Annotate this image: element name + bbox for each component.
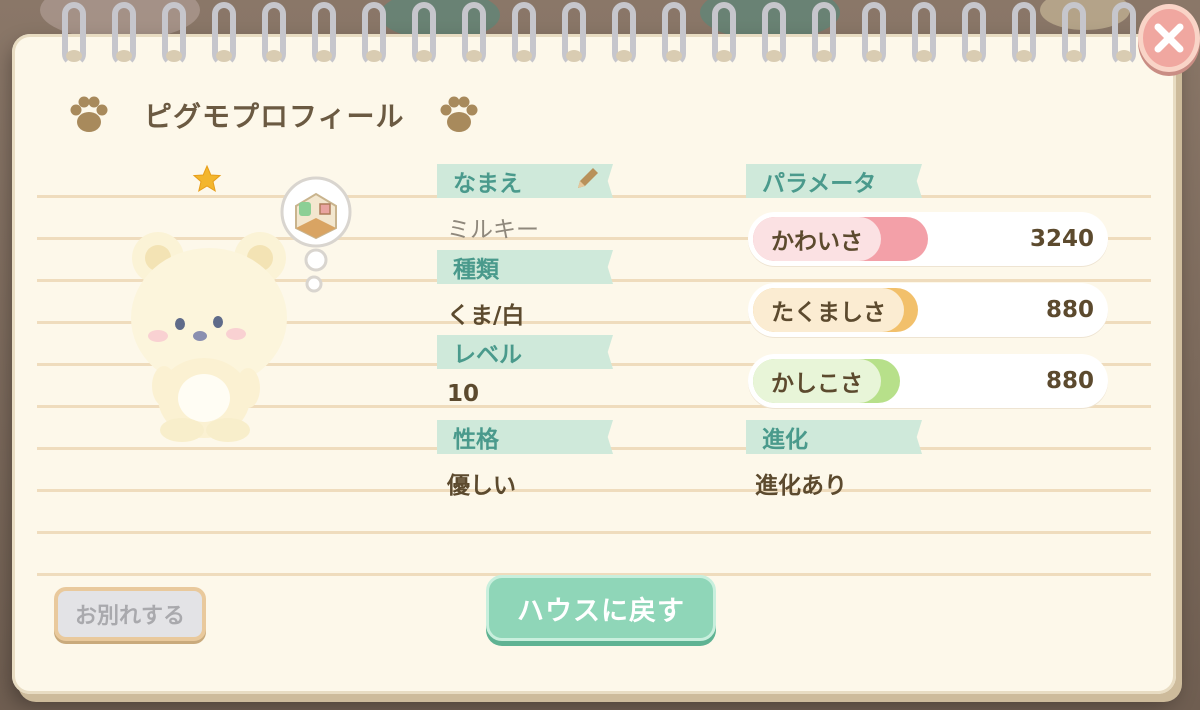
parameters-label: パラメータ bbox=[746, 164, 922, 198]
paw-icon bbox=[70, 96, 108, 132]
binding-hole bbox=[766, 50, 782, 62]
binding-hole bbox=[1066, 50, 1082, 62]
spiral-binding bbox=[62, 2, 1162, 72]
parameter-name: かしこさ bbox=[753, 359, 881, 403]
binding-hole bbox=[116, 50, 132, 62]
parameter-value: 880 bbox=[1045, 297, 1094, 323]
binding-hole bbox=[1016, 50, 1032, 62]
evolution-value: 進化あり bbox=[755, 473, 847, 499]
binding-hole bbox=[616, 50, 632, 62]
title-row: ピグモプロフィール bbox=[66, 92, 482, 138]
binding-hole bbox=[466, 50, 482, 62]
parameter-name: たくましさ bbox=[753, 288, 904, 332]
edit-pencil-icon[interactable] bbox=[572, 164, 602, 194]
parameter-bar-intelligence: かしこさ 880 bbox=[748, 354, 1108, 408]
rarity-star-icon bbox=[192, 164, 222, 193]
return-house-button[interactable]: ハウスに戻す bbox=[486, 575, 716, 641]
binding-hole bbox=[566, 50, 582, 62]
parameter-value: 3240 bbox=[1029, 226, 1094, 252]
binding-hole bbox=[916, 50, 932, 62]
parameter-bar-cuteness: かわいさ 3240 bbox=[748, 212, 1108, 266]
parameter-value: 880 bbox=[1045, 368, 1094, 394]
binding-hole bbox=[66, 50, 82, 62]
binding-hole bbox=[716, 50, 732, 62]
close-button[interactable] bbox=[1138, 4, 1200, 72]
personality-label: 性格 bbox=[437, 420, 613, 454]
binding-hole bbox=[666, 50, 682, 62]
binding-hole bbox=[366, 50, 382, 62]
parameter-bar-strength: たくましさ 880 bbox=[748, 283, 1108, 337]
binding-hole bbox=[1116, 50, 1132, 62]
binding-hole bbox=[316, 50, 332, 62]
binding-hole bbox=[516, 50, 532, 62]
level-label: レベル bbox=[437, 335, 613, 369]
close-x-icon bbox=[1154, 23, 1184, 53]
name-value: ミルキー bbox=[447, 217, 539, 243]
binding-hole bbox=[966, 50, 982, 62]
binding-hole bbox=[266, 50, 282, 62]
species-label: 種類 bbox=[437, 250, 613, 284]
personality-value: 優しい bbox=[447, 473, 516, 499]
species-value: くま/白 bbox=[447, 303, 525, 329]
parameter-name: かわいさ bbox=[753, 217, 881, 261]
dialog-title: ピグモプロフィール bbox=[144, 100, 405, 133]
evolution-label: 進化 bbox=[746, 420, 922, 454]
paw-icon bbox=[440, 96, 478, 132]
binding-hole bbox=[416, 50, 432, 62]
binding-hole bbox=[816, 50, 832, 62]
binding-hole bbox=[166, 50, 182, 62]
level-value: 10 bbox=[447, 381, 480, 407]
binding-hole bbox=[866, 50, 882, 62]
farewell-button[interactable]: お別れする bbox=[54, 587, 206, 641]
bear-character-icon bbox=[131, 232, 287, 442]
binding-hole bbox=[216, 50, 232, 62]
